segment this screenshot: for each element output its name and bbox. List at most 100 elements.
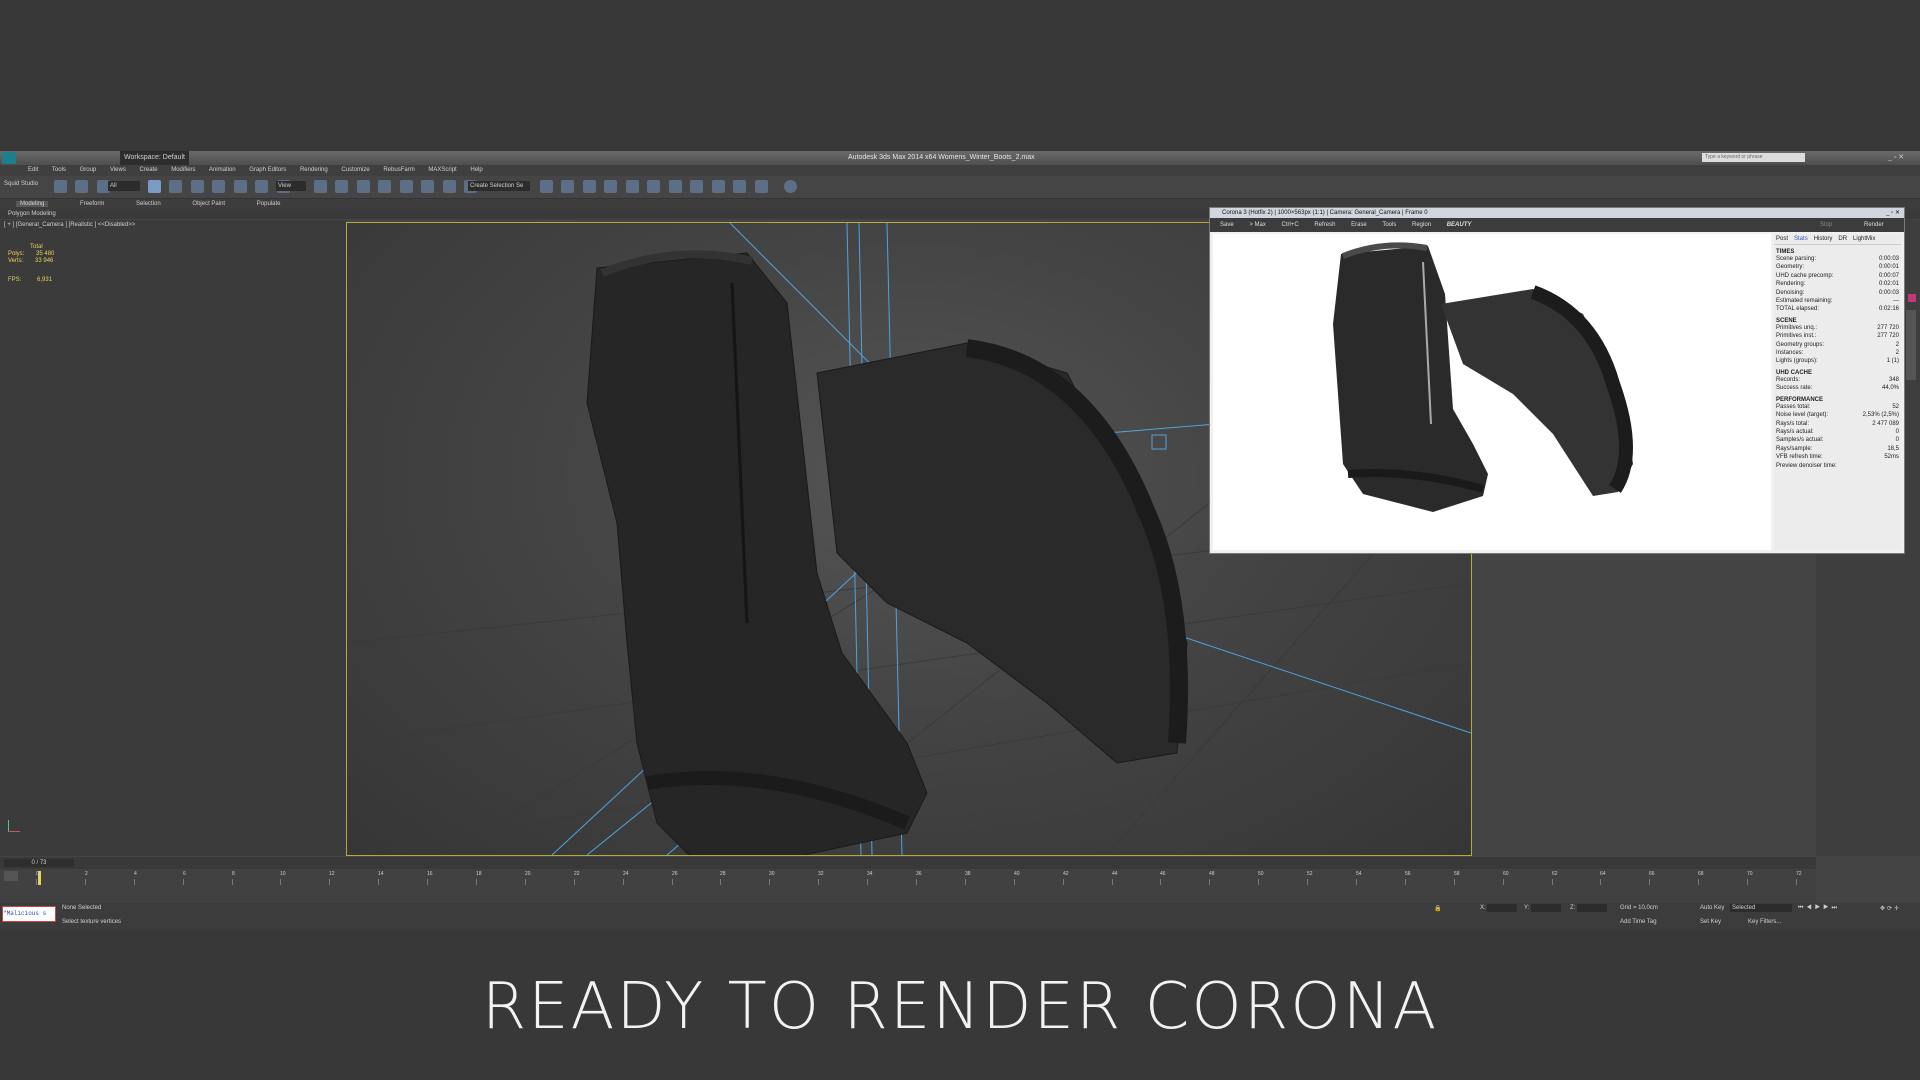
corona-tools-button[interactable]: Tools — [1382, 222, 1396, 228]
render-pass-dropdown[interactable]: BEAUTY — [1447, 222, 1472, 228]
key-filters-button[interactable]: Key Filters... — [1748, 919, 1781, 925]
menu-group[interactable]: Group — [80, 167, 97, 173]
rectangular-selection-icon[interactable] — [190, 180, 204, 193]
tab-post[interactable]: Post — [1776, 236, 1788, 242]
workspace-dropdown[interactable]: Workspace: Default — [120, 151, 189, 165]
window-controls[interactable]: _ ▫ ✕ — [1888, 151, 1904, 165]
tab-object-paint[interactable]: Object Paint — [192, 201, 225, 207]
search-input[interactable]: Type a keyword or phrase — [1702, 153, 1805, 162]
z-coordinate-field[interactable] — [1577, 904, 1607, 912]
rendered-frame-window-icon[interactable] — [711, 180, 725, 193]
menu-help[interactable]: Help — [470, 167, 482, 173]
tab-dr[interactable]: DR — [1838, 236, 1847, 242]
menu-tools[interactable]: Tools — [52, 167, 66, 173]
max-logo-icon[interactable] — [2, 152, 16, 164]
menu-graph-editors[interactable]: Graph Editors — [249, 167, 286, 173]
select-manipulate-icon[interactable] — [335, 180, 349, 193]
corona-copy-button[interactable]: Ctrl+C — [1282, 222, 1299, 228]
time-slider-thumb[interactable]: 0 / 73 — [4, 859, 74, 867]
menu-maxscript[interactable]: MAXScript — [428, 167, 456, 173]
render-setup-icon[interactable] — [690, 180, 704, 193]
corona-save-button[interactable]: Save — [1220, 222, 1234, 228]
corona-render-button[interactable]: Render — [1864, 218, 1884, 232]
reference-coordinate-dropdown[interactable]: View — [276, 181, 306, 191]
verts-label: Verts: — [8, 258, 24, 264]
select-rotate-icon[interactable] — [255, 180, 269, 193]
menu-create[interactable]: Create — [140, 167, 158, 173]
snaps-toggle-icon[interactable] — [378, 180, 392, 193]
timeline-tick-label: 12 — [329, 871, 335, 877]
mini-curve-editor-icon[interactable] — [4, 871, 18, 881]
maxscript-listener[interactable]: "Malicious s — [2, 906, 56, 922]
rebusfarm-icon[interactable] — [783, 180, 797, 193]
link-icon[interactable] — [54, 180, 67, 193]
select-object-icon[interactable] — [148, 180, 161, 193]
menu-animation[interactable]: Animation — [209, 167, 236, 173]
corona-stop-button[interactable]: Stop — [1820, 218, 1832, 232]
color-swatch[interactable] — [1908, 294, 1916, 302]
tab-populate[interactable]: Populate — [257, 201, 281, 207]
named-selection-dropdown[interactable]: Create Selection Se — [468, 181, 530, 191]
tab-lightmix[interactable]: LightMix — [1853, 236, 1875, 242]
menu-customize[interactable]: Customize — [341, 167, 369, 173]
x-coordinate-field[interactable] — [1487, 904, 1517, 912]
track-bar[interactable]: 0 2 4 6 8 10 12 14 16 18 20 22 24 26 28 30 32 34 36 38 40 42 4… — [0, 869, 1816, 903]
key-mode-dropdown[interactable]: Selected — [1730, 904, 1792, 912]
tab-stats[interactable]: Stats — [1794, 236, 1808, 242]
graphite-toggle-icon[interactable] — [604, 180, 618, 193]
tab-history[interactable]: History — [1814, 236, 1833, 242]
polygon-modeling-label[interactable]: Polygon Modeling — [8, 211, 56, 217]
tab-freeform[interactable]: Freeform — [80, 201, 104, 207]
spinner-snap-icon[interactable] — [442, 180, 456, 193]
menu-rebusfarm[interactable]: RebusFarm — [383, 167, 414, 173]
stats-row: UHD cache precomp: 0:00:07 — [1774, 272, 1901, 280]
viewport-label[interactable]: [ + ] [General_Camera ] [Realistic ] <<D… — [4, 222, 135, 228]
keyboard-shortcut-icon[interactable] — [356, 180, 370, 193]
timeline-tick-mark — [280, 879, 281, 885]
corona-to-max-button[interactable]: > Max — [1249, 222, 1266, 228]
tab-selection[interactable]: Selection — [136, 201, 161, 207]
stats-row: Rays/sample: 18,5 — [1774, 445, 1901, 453]
material-editor-icon[interactable] — [668, 180, 682, 193]
percent-snap-icon[interactable] — [421, 180, 435, 193]
timeline-tick-mark — [1112, 879, 1113, 885]
pivot-center-icon[interactable] — [314, 180, 327, 193]
layer-manager-icon[interactable] — [582, 180, 596, 193]
menu-edit[interactable]: Edit — [28, 167, 38, 173]
mirror-icon[interactable] — [540, 180, 553, 193]
set-key-button[interactable]: Set Key — [1700, 919, 1721, 925]
viewport-navigation-icons[interactable]: ✥⟳✛ — [1880, 905, 1901, 912]
curve-editor-icon[interactable] — [625, 180, 639, 193]
stats-value: --- — [1893, 298, 1899, 305]
render-iterative-icon[interactable] — [754, 180, 768, 193]
schematic-view-icon[interactable] — [647, 180, 661, 193]
tab-modeling[interactable]: Modeling — [16, 201, 49, 207]
corona-refresh-button[interactable]: Refresh — [1314, 222, 1335, 228]
corona-window-controls[interactable]: _ ▫ ✕ — [1886, 208, 1900, 218]
corona-stats-body: TIMES Scene parsing: 0:00:03 Geometry: 0:00:… — [1774, 249, 1901, 470]
render-production-icon[interactable] — [733, 180, 747, 193]
corona-erase-button[interactable]: Erase — [1351, 222, 1367, 228]
select-move-icon[interactable] — [233, 180, 247, 193]
menu-modifiers[interactable]: Modifiers — [171, 167, 195, 173]
menu-views[interactable]: Views — [110, 167, 126, 173]
panel-scrollbar[interactable] — [1906, 310, 1916, 380]
menu-rendering[interactable]: Rendering — [300, 167, 328, 173]
viewport-left-area: [ + ] [General_Camera ] [Realistic ] <<D… — [0, 220, 346, 856]
playback-controls[interactable]: ⏮◀▶▶⏭ — [1798, 905, 1840, 912]
auto-key-button[interactable]: Auto Key — [1700, 905, 1724, 911]
toolbar-buttons: All — [52, 176, 140, 194]
lock-selection-icon[interactable]: 🔒 — [1434, 905, 1441, 912]
corona-frame-buffer[interactable]: Corona 3 (Hotfix 2) | 1000×563px (1:1) |… — [1209, 207, 1905, 554]
align-icon[interactable] — [561, 180, 575, 193]
window-crossing-icon[interactable] — [212, 180, 226, 193]
select-by-name-icon[interactable] — [169, 180, 183, 193]
unlink-icon[interactable] — [75, 180, 89, 193]
timeline-tick-mark — [1356, 879, 1357, 885]
corona-region-button[interactable]: Region — [1412, 222, 1431, 228]
selection-filter-dropdown[interactable]: All — [108, 181, 140, 191]
angle-snap-icon[interactable] — [399, 180, 413, 193]
time-slider[interactable]: 0 / 73 — [0, 857, 1816, 869]
y-coordinate-field[interactable] — [1531, 904, 1561, 912]
add-time-tag-button[interactable]: Add Time Tag — [1620, 919, 1657, 925]
